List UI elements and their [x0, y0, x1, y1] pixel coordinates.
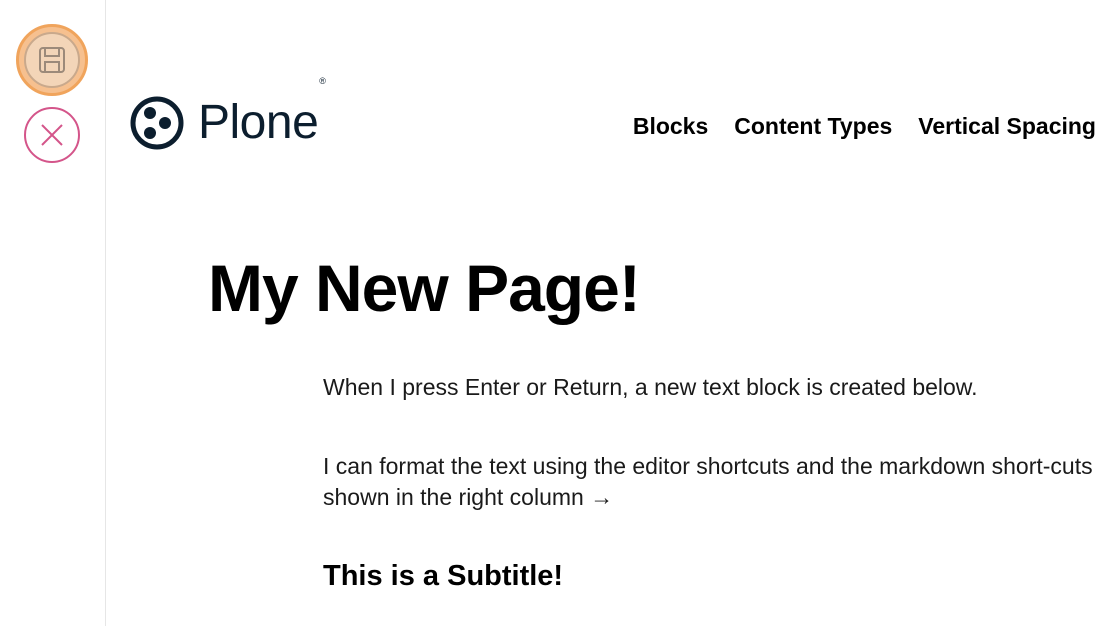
- page-title[interactable]: My New Page!: [208, 250, 641, 326]
- logo-text: Plone®: [198, 76, 326, 149]
- nav-item-content-types[interactable]: Content Types: [734, 113, 892, 140]
- text-block[interactable]: I can format the text using the editor s…: [323, 451, 1113, 513]
- site-logo[interactable]: Plone®: [130, 76, 326, 150]
- edit-toolbar: [0, 0, 106, 626]
- main-navigation: Blocks Content Types Vertical Spacing: [633, 113, 1096, 140]
- floppy-disk-icon: [39, 47, 65, 73]
- save-button-inner: [24, 32, 80, 88]
- close-icon: [41, 124, 63, 146]
- text-block[interactable]: When I press Enter or Return, a new text…: [323, 372, 1113, 403]
- save-button[interactable]: [16, 24, 88, 96]
- plone-logo-icon: [130, 96, 184, 150]
- nav-item-blocks[interactable]: Blocks: [633, 113, 708, 140]
- subtitle-block[interactable]: This is a Subtitle!: [323, 560, 563, 593]
- site-header: Plone® Blocks Content Types Vertical Spa…: [106, 0, 1120, 180]
- logo-registered-mark: ®: [319, 76, 326, 86]
- nav-item-vertical-spacing[interactable]: Vertical Spacing: [918, 113, 1096, 140]
- cancel-button[interactable]: [24, 107, 80, 163]
